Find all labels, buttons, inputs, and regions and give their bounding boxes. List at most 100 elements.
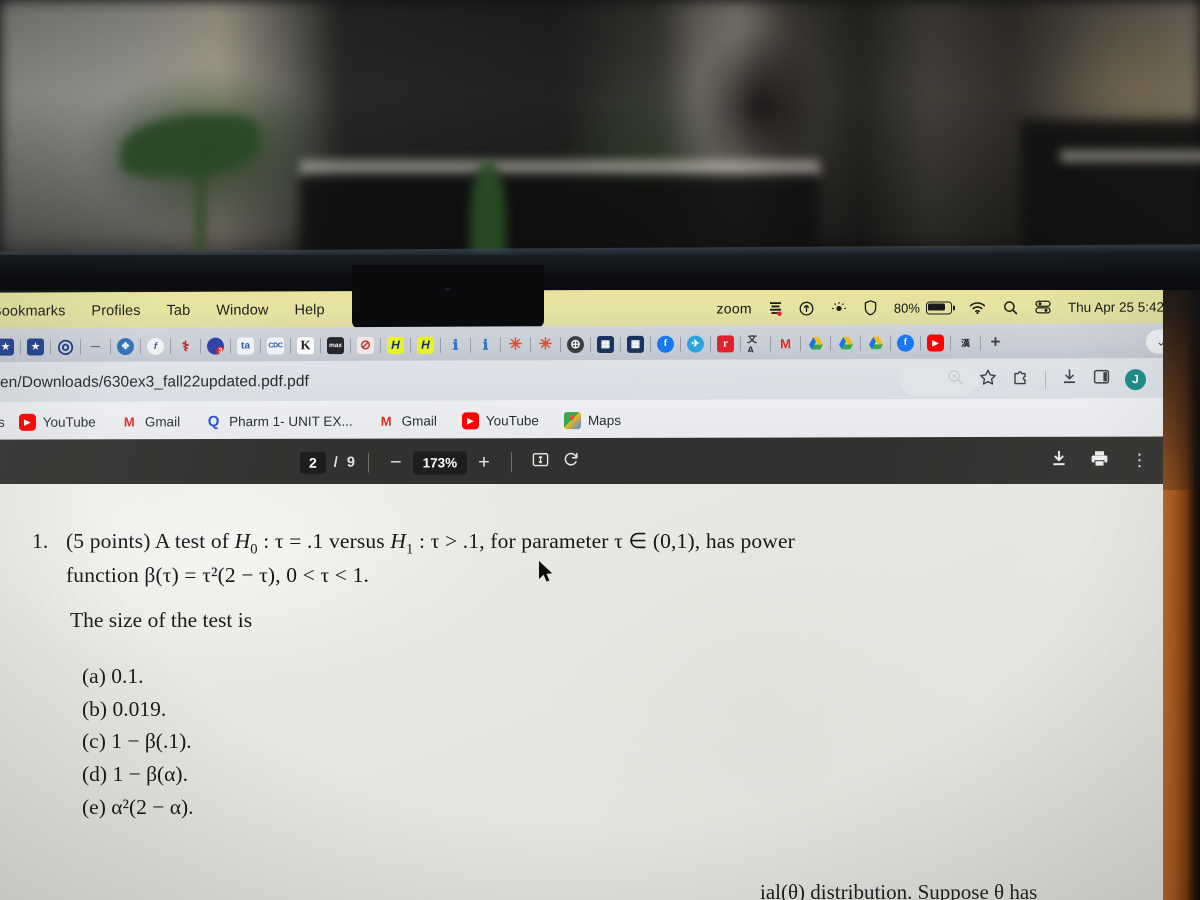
zoom-in-button[interactable]: + <box>470 451 498 473</box>
chrome-omnibox-row: en/Downloads/630ex3_fall22updated.pdf.pd… <box>0 357 1200 405</box>
qr-code-icon[interactable]: ▦ <box>597 335 614 353</box>
divider <box>800 335 801 351</box>
info-circle-icon[interactable]: f <box>147 337 164 355</box>
sidepanel-icon[interactable] <box>1093 368 1110 390</box>
answer-choice-a[interactable]: (a) 0.1. <box>82 660 194 693</box>
divider <box>367 452 369 473</box>
hypothesis-h1-subscript: 1 <box>406 541 414 558</box>
k-logo-icon[interactable]: K <box>297 336 314 354</box>
bookmark-item-gmail-2[interactable]: M Gmail <box>378 412 437 429</box>
brightness-icon[interactable] <box>831 301 847 315</box>
divider <box>530 336 531 352</box>
quizlet-icon: Q <box>207 412 220 430</box>
download-icon[interactable] <box>1061 368 1078 390</box>
pdf-page-canvas: 1. (5 points) A test of H0 : τ = .1 vers… <box>0 484 1163 900</box>
ta-icon[interactable]: ta <box>237 337 254 355</box>
max-icon[interactable]: max <box>327 336 344 354</box>
menu-bookmarks[interactable]: Bookmarks <box>0 303 65 319</box>
bookmark-item-maps[interactable]: 📍 Maps <box>563 411 621 429</box>
rotate-icon[interactable] <box>556 451 587 473</box>
pdf-page-number-input[interactable]: 2 <box>300 451 326 474</box>
bookmark-star-icon[interactable] <box>979 368 997 391</box>
divider <box>500 336 501 352</box>
gmail-icon[interactable]: M <box>777 335 794 352</box>
translate-icon[interactable]: 文A <box>747 335 764 352</box>
more-options-icon[interactable]: ⋮ <box>1131 451 1148 470</box>
telegram-icon[interactable]: ✈ <box>687 335 704 353</box>
menu-tab[interactable]: Tab <box>167 303 191 319</box>
chrome-bookmarks-bar: s ▶ YouTube M Gmail Q Pharm 1- UNIT EX..… <box>0 398 1200 442</box>
answer-choice-e[interactable]: (e) α²(2 − α). <box>82 791 194 824</box>
print-icon[interactable] <box>1090 449 1109 472</box>
up-arrow-circle-icon[interactable] <box>799 301 814 316</box>
divider <box>260 337 261 353</box>
profile-avatar[interactable]: J <box>1125 368 1146 390</box>
youtube-icon[interactable]: ▶ <box>927 333 944 352</box>
wifi-icon[interactable] <box>969 301 986 314</box>
hypothesis-h0: H <box>234 529 251 553</box>
extensions-puzzle-icon[interactable] <box>1012 368 1030 391</box>
bookmark-label: Maps <box>587 412 621 428</box>
h-yellow-2-icon[interactable]: H <box>417 336 434 354</box>
dash-icon[interactable]: — <box>87 338 104 355</box>
shield-blue-icon[interactable]: ★ <box>0 338 14 356</box>
control-center-icon[interactable] <box>1035 300 1051 314</box>
drive-2-icon[interactable] <box>837 334 854 351</box>
divider <box>470 337 471 353</box>
bookmark-item-pharm-unit-ex[interactable]: Q Pharm 1- UNIT EX... <box>205 412 353 430</box>
battery-icon[interactable] <box>925 300 952 315</box>
add-icon[interactable]: + <box>987 334 1004 351</box>
url-input[interactable]: en/Downloads/630ex3_fall22updated.pdf.pd… <box>0 373 309 392</box>
bookmark-item-youtube-2[interactable]: ▶ YouTube <box>461 411 539 429</box>
divider <box>410 337 411 353</box>
answer-choice-d[interactable]: (d) 1 − β(α). <box>82 758 194 791</box>
answer-choice-b[interactable]: (b) 0.019. <box>82 693 194 726</box>
hash-red-2-icon[interactable]: ✳ <box>537 336 554 353</box>
h-yellow-icon[interactable]: H <box>387 336 404 354</box>
divider <box>590 336 591 352</box>
divider <box>680 336 681 352</box>
ext-misc-icon[interactable]: 漢 <box>957 334 974 351</box>
no-entry-icon[interactable]: ⊘ <box>357 336 374 354</box>
divider <box>560 336 561 352</box>
bookmark-label: YouTube <box>485 412 539 428</box>
facebook-icon[interactable]: f <box>657 335 674 353</box>
menu-help[interactable]: Help <box>294 302 324 318</box>
zoom-level-value[interactable]: 173% <box>412 450 468 474</box>
info-i-icon[interactable]: ℹ <box>447 336 464 353</box>
info-i-2-icon[interactable]: ℹ <box>477 336 494 353</box>
menu-profiles[interactable]: Profiles <box>91 303 140 319</box>
globe-dark-icon[interactable]: 🜨 <box>567 335 584 353</box>
globe-blue-icon[interactable]: ✥ <box>117 337 134 355</box>
bookmark-item-youtube-1[interactable]: ▶ YouTube <box>18 413 96 431</box>
divider <box>170 338 171 354</box>
drive-icon[interactable] <box>807 335 824 352</box>
divider <box>440 337 441 353</box>
answer-choice-c[interactable]: (c) 1 − β(.1). <box>82 725 194 758</box>
divider <box>650 336 651 352</box>
stacked-bars-icon[interactable] <box>769 301 782 316</box>
page-total-value: 9 <box>346 454 355 471</box>
r-red-icon[interactable]: r <box>717 334 734 352</box>
qr-code-2-icon[interactable]: ▦ <box>627 335 644 353</box>
hash-red-icon[interactable]: ✳ <box>507 336 524 353</box>
zoom-out-button[interactable]: − <box>382 452 410 474</box>
fit-page-icon[interactable] <box>525 451 556 473</box>
zoom-menu-extra[interactable]: zoom <box>716 300 751 316</box>
facebook-2-icon[interactable]: f <box>897 334 914 352</box>
bookmark-item-partial[interactable]: s <box>0 414 5 429</box>
caduceus-icon[interactable]: ⚕ <box>177 337 194 354</box>
badge-3-icon[interactable]: 3 <box>207 337 224 355</box>
shield-icon[interactable] <box>864 300 877 316</box>
bookmark-item-gmail-1[interactable]: M Gmail <box>121 413 180 430</box>
background-shelf <box>300 160 820 176</box>
divider <box>950 334 951 350</box>
download-icon[interactable] <box>1050 449 1068 472</box>
menu-window[interactable]: Window <box>216 302 268 318</box>
cdc-icon[interactable]: CDC <box>267 336 284 354</box>
bookmark-label: YouTube <box>42 414 96 430</box>
drive-3-icon[interactable] <box>867 334 884 351</box>
circle-ring-icon[interactable]: ◎ <box>57 338 74 355</box>
spotlight-search-icon[interactable] <box>1003 300 1018 315</box>
shield-blue-2-icon[interactable]: ★ <box>27 337 44 356</box>
